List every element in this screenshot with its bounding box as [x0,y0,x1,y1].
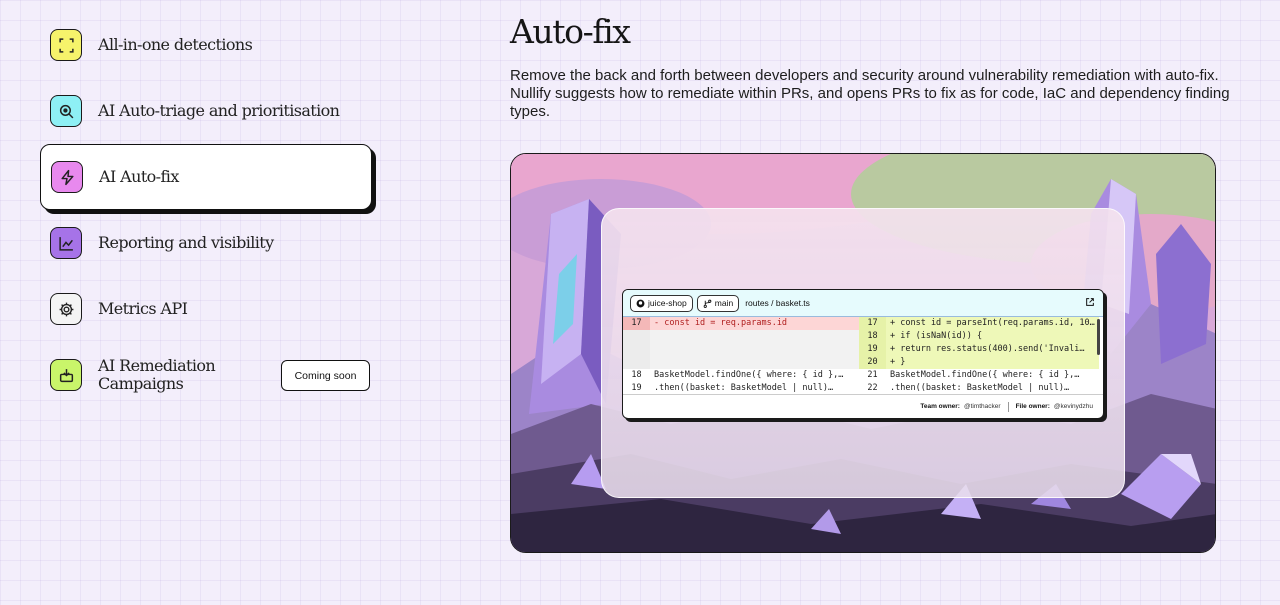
team-owner-value[interactable]: @timthacker [964,403,1001,410]
code-diff-body: 17- const id = req.params.id 18 BasketMo… [623,317,1103,395]
line-number: 21 [867,370,878,380]
diff-line: 21 BasketModel.findOne({ where: { id },… [859,369,1099,382]
line-text [650,356,859,369]
line-text: + const id = parseInt(req.params.id, 10… [886,317,1099,330]
nav-label: AI Remediation Campaigns [98,356,216,393]
line-text: - const id = req.params.id [650,317,859,330]
file-owner-label: File owner: [1015,403,1050,410]
line-number: 19 [859,343,886,356]
diff-line: 18 + if (isNaN(id)) { [859,330,1099,343]
repo-pill[interactable]: juice-shop [630,294,693,312]
nav-label: Reporting and visibility [98,233,274,252]
line-text [650,343,859,356]
diff-line: 18 BasketModel.findOne({ where: { id },… [623,369,859,382]
section-description: Remove the back and forth between develo… [510,67,1230,120]
hero-illustration: juice-shop main routes / basket.ts 17- c… [510,153,1216,553]
section-title: Auto-fix [510,12,631,51]
diff-pane-after: 17 + const id = parseInt(req.params.id, 1… [859,317,1099,395]
lightning-icon [51,161,83,193]
diff-pane-before: 17- const id = req.params.id 18 BasketMo… [623,317,859,395]
code-diff-footer: Team owner: @timthacker File owner: @kev… [623,394,1103,418]
line-text [650,330,859,343]
chart-icon [50,227,82,259]
branch-name: main [714,298,734,308]
diff-line: 19 + return res.status(400).send('Invali… [859,343,1099,356]
scan-icon [50,29,82,61]
diff-line: 17- const id = req.params.id [623,317,859,330]
github-icon [636,299,645,307]
line-number: 17 [859,317,886,330]
repo-name: juice-shop [648,298,687,308]
gear-icon [50,293,82,325]
footer-divider [1007,401,1009,412]
line-number [623,343,650,356]
line-number: 20 [859,356,886,369]
nav-item-ai-auto-triage[interactable]: AI Auto-triage and prioritisation [40,78,374,144]
search-icon [50,95,82,127]
nav-label: AI Auto-triage and prioritisation [98,101,340,120]
line-text: + if (isNaN(id)) { [886,330,1099,343]
line-text: + return res.status(400).send('Invali… [886,343,1099,356]
nav-item-all-in-one-detections[interactable]: All-in-one detections [40,12,374,78]
file-owner-value[interactable]: @kevinydzhu [1054,403,1093,410]
line-number [623,330,650,343]
line-text: BasketModel.findOne({ where: { id },… [890,370,1080,380]
nav-label: AI Auto-fix [99,167,179,186]
diff-line: 20 + } [859,356,1099,369]
nav-label: All-in-one detections [98,35,253,54]
line-text: BasketModel.findOne({ where: { id },… [654,370,844,380]
external-link-icon[interactable] [1085,297,1095,307]
branch-icon [703,299,712,308]
nav-item-ai-auto-fix[interactable]: AI Auto-fix [40,144,372,210]
feature-nav: All-in-one detections AI Auto-triage and… [40,12,374,408]
code-diff-header: juice-shop main routes / basket.ts [623,290,1103,317]
line-number [623,356,650,369]
diff-line: 17 + const id = parseInt(req.params.id, 1… [859,317,1099,330]
inbox-icon [50,359,82,391]
diff-line [623,356,859,369]
nav-item-metrics-api[interactable]: Metrics API [40,276,374,342]
line-number: 18 [631,370,642,380]
code-scrollbar[interactable] [1097,319,1100,355]
diff-line [623,330,859,343]
nav-item-ai-remediation-campaigns[interactable]: AI Remediation Campaigns Coming soon [40,342,374,408]
coming-soon-badge: Coming soon [281,360,370,391]
branch-pill[interactable]: main [696,294,740,312]
file-path: routes / basket.ts [745,298,810,308]
team-owner-label: Team owner: [920,403,960,410]
line-number: 18 [859,330,886,343]
line-number: 17 [623,317,650,330]
diff-line [623,343,859,356]
code-diff-card: juice-shop main routes / basket.ts 17- c… [622,289,1104,419]
nav-item-reporting[interactable]: Reporting and visibility [40,210,374,276]
line-text: + } [886,356,1099,369]
nav-label: Metrics API [98,299,188,318]
